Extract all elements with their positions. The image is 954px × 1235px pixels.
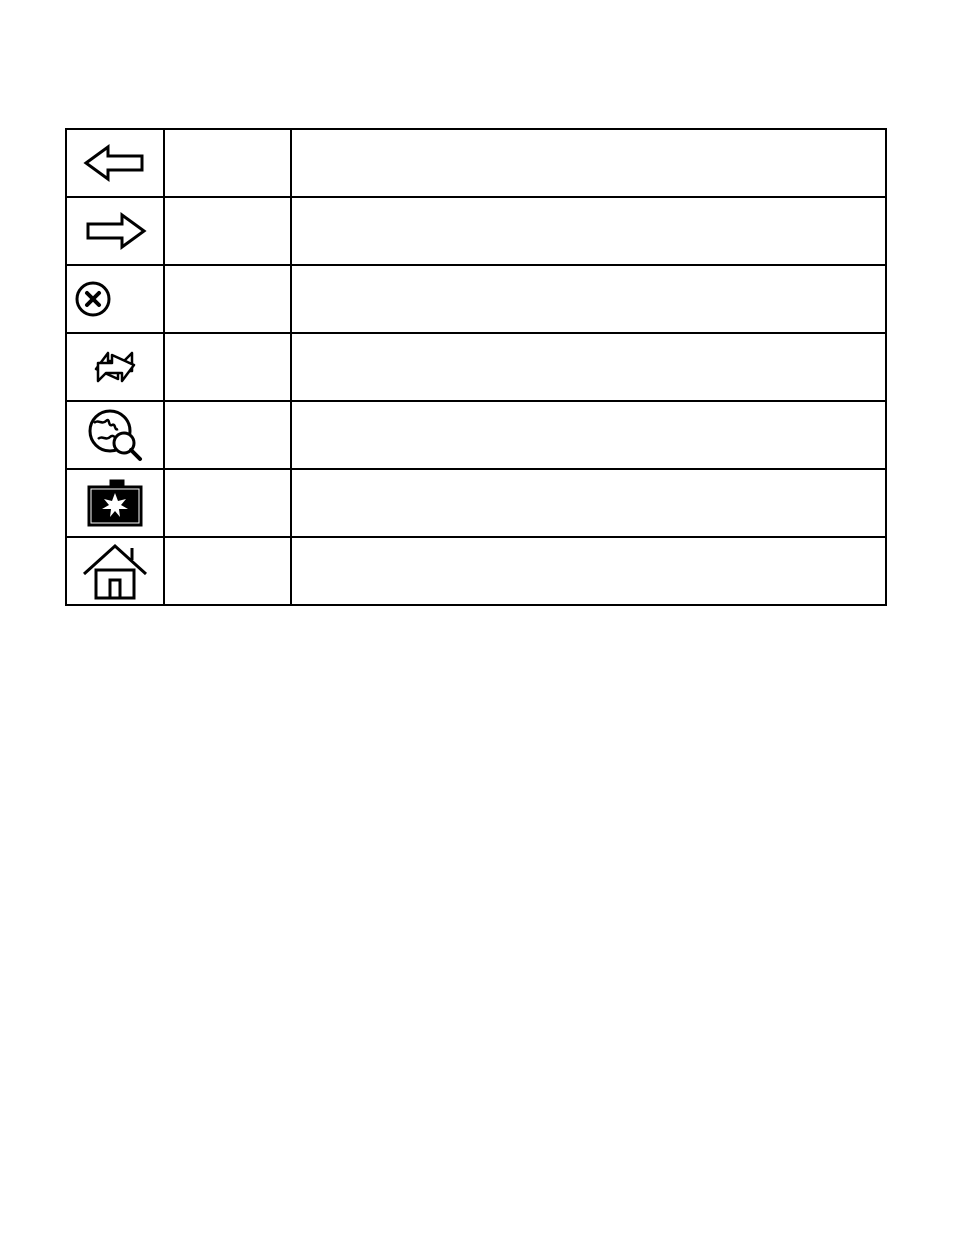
table-cell [164,197,291,265]
home-icon [80,540,150,602]
table-row [66,197,886,265]
table-cell [291,537,886,605]
table-row [66,537,886,605]
table-cell [291,333,886,401]
table-cell [164,333,291,401]
table-row [66,401,886,469]
icon-cell [66,265,164,333]
icon-cell [66,197,164,265]
icon-cell [66,537,164,605]
table-row [66,129,886,197]
table-row [66,469,886,537]
table-cell [164,129,291,197]
table-row [66,265,886,333]
table-cell [164,537,291,605]
icon-reference-table [65,128,887,606]
icon-cell [66,401,164,469]
table-cell [291,265,886,333]
arrow-left-icon [82,143,148,183]
table-cell [164,401,291,469]
globe-search-icon [84,405,146,465]
table-row [66,333,886,401]
icon-cell [66,129,164,197]
document-page [0,0,954,1235]
stop-icon [73,279,113,319]
table-cell [291,129,886,197]
icon-cell [66,469,164,537]
table-cell [164,265,291,333]
table-cell [291,469,886,537]
table-cell [291,401,886,469]
camera-icon [83,475,147,531]
icon-cell [66,333,164,401]
table-cell [291,197,886,265]
refresh-icon [84,339,146,395]
table-cell [164,469,291,537]
arrow-right-icon [82,211,148,251]
